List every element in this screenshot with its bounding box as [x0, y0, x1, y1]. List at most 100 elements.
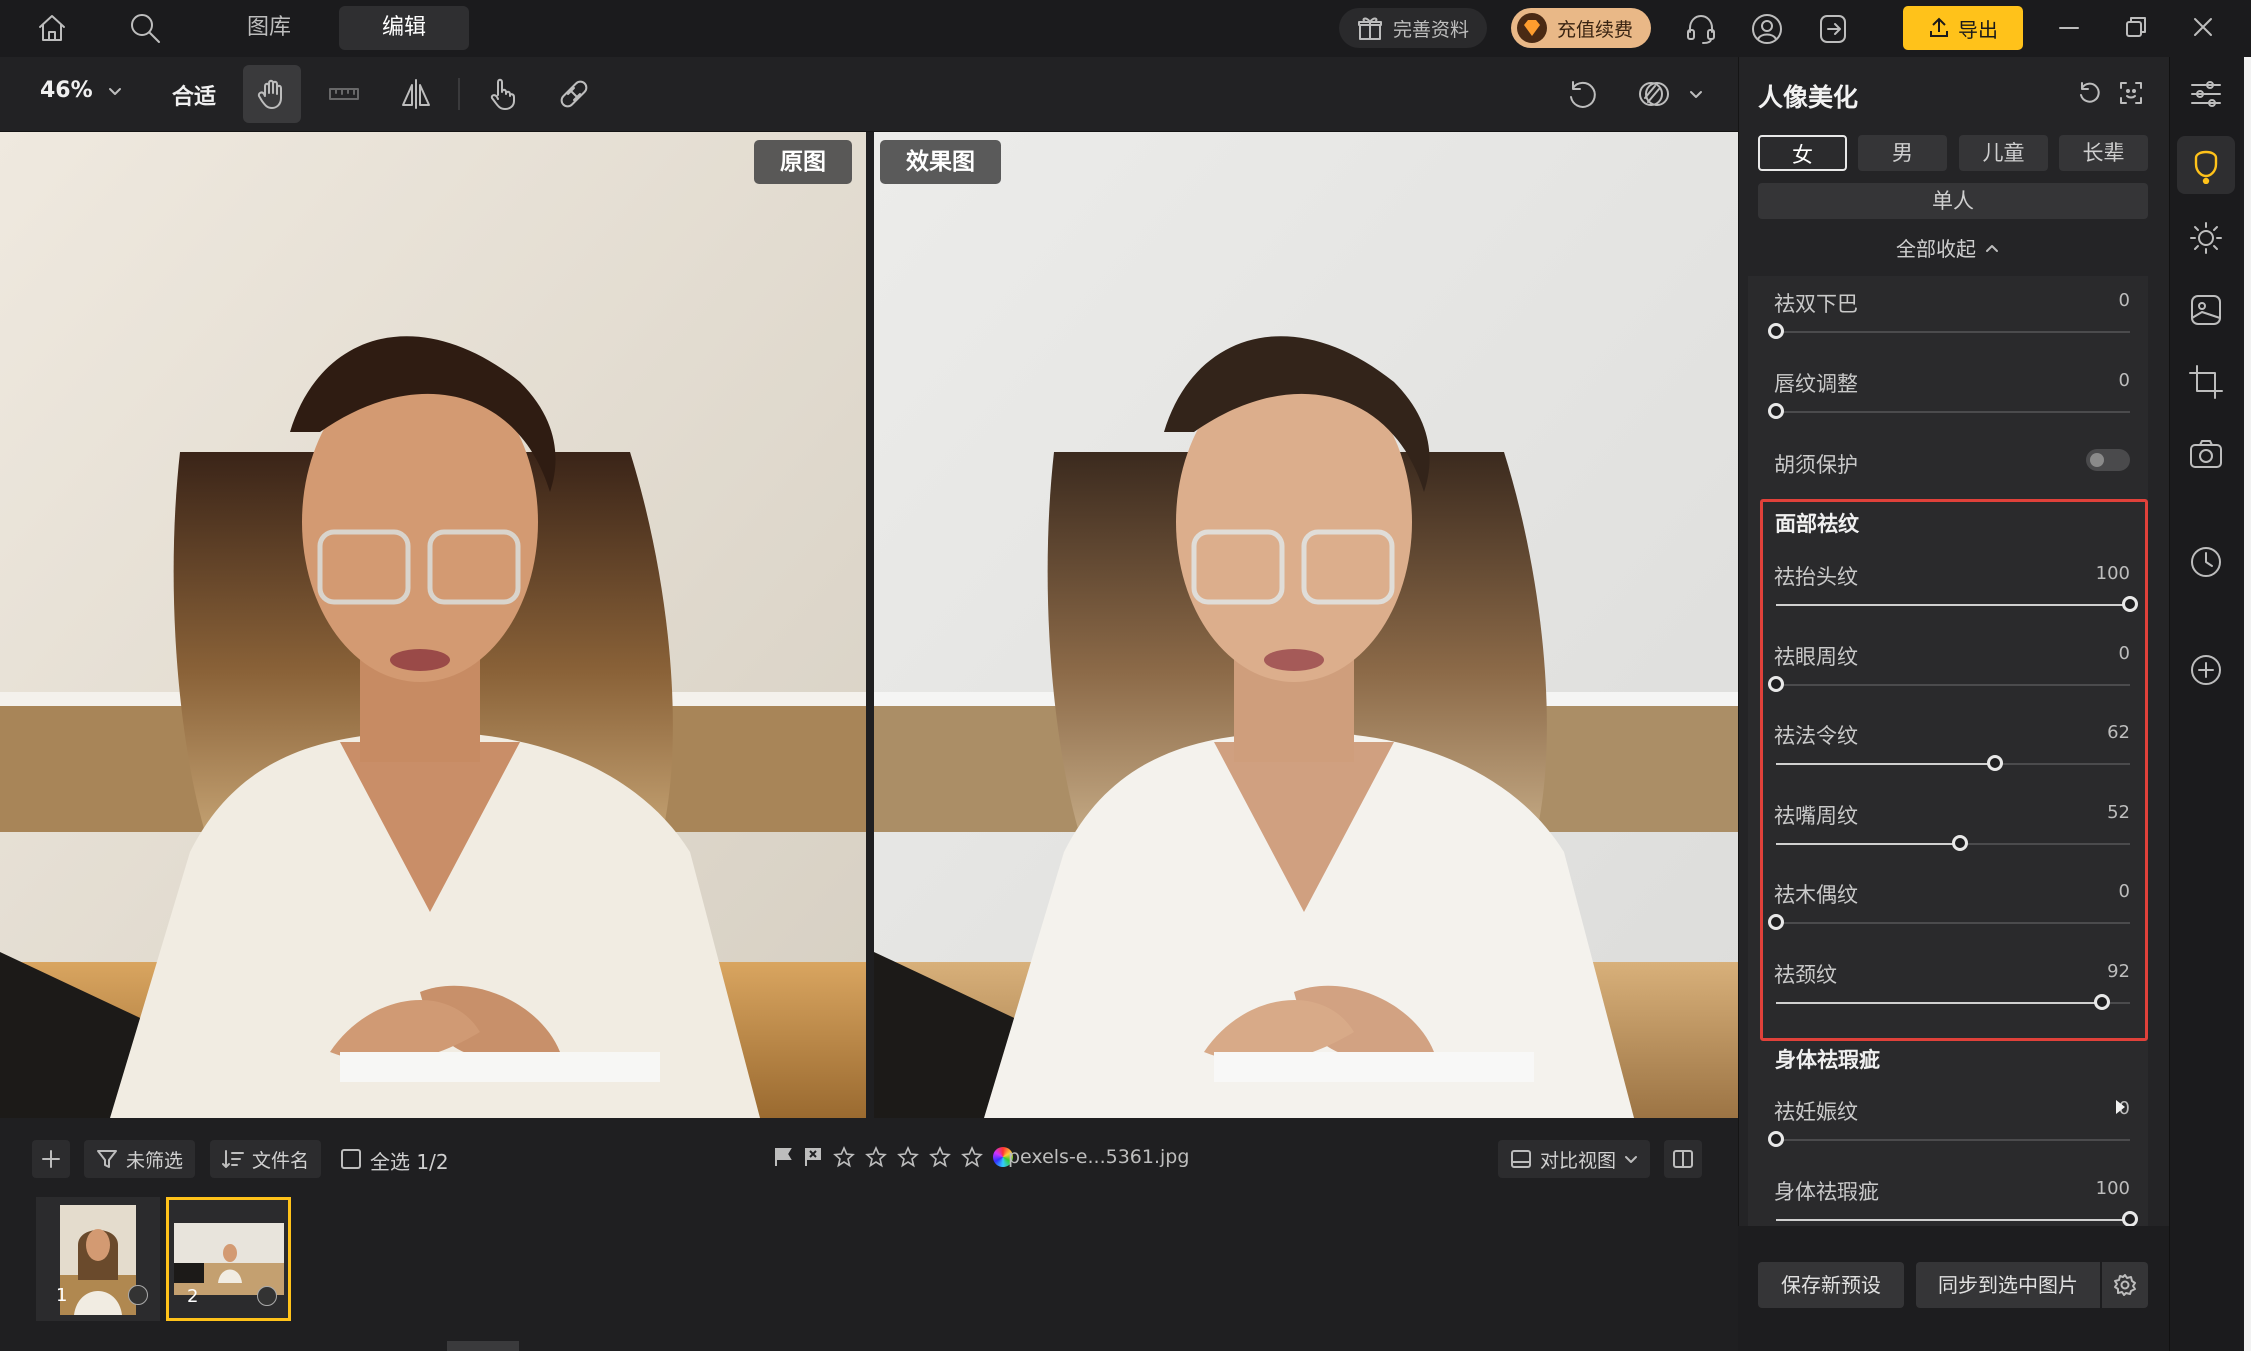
slider-value: 52 [2107, 801, 2130, 823]
tab-edit[interactable]: 编辑 [339, 6, 469, 50]
vip-button[interactable]: 充值续费 [1511, 8, 1652, 48]
slider-track[interactable] [1776, 683, 2130, 686]
restore-icon[interactable] [2124, 15, 2148, 39]
portrait-tool-button[interactable] [2177, 136, 2235, 194]
result-image[interactable] [874, 132, 1738, 1118]
original-image[interactable] [0, 132, 866, 1118]
star-2-icon[interactable] [865, 1146, 887, 1168]
face-scan-icon[interactable] [2118, 80, 2144, 106]
collapse-all-button[interactable]: 全部收起 [1896, 233, 2000, 262]
slider-handle[interactable] [1768, 914, 1784, 930]
star-5-icon[interactable] [961, 1146, 983, 1168]
add-button[interactable] [32, 1140, 70, 1178]
diamond-icon [1517, 13, 1547, 43]
slider-value: 0 [2118, 881, 2130, 902]
slider-handle[interactable] [1768, 675, 1784, 692]
search-icon[interactable] [128, 11, 162, 45]
flag-icon[interactable] [773, 1146, 793, 1168]
crop-icon[interactable] [2188, 364, 2224, 400]
beard-protect-toggle[interactable] [2086, 449, 2130, 471]
star-4-icon[interactable] [929, 1146, 951, 1168]
profile-button[interactable]: 完善资料 [1339, 8, 1488, 48]
history-icon[interactable] [2188, 544, 2224, 580]
single-person-button[interactable]: 单人 [1758, 183, 2148, 219]
chevron-down-icon [1625, 1156, 1638, 1163]
edit-badge-icon [128, 1285, 148, 1305]
sort-label: 文件名 [252, 1149, 310, 1172]
slider-handle[interactable] [2122, 596, 2138, 612]
home-icon[interactable] [36, 12, 68, 44]
slider-handle[interactable] [1768, 403, 1784, 419]
hand-tool-button[interactable] [243, 65, 301, 123]
minimize-icon[interactable] [2057, 16, 2081, 40]
save-preset-button[interactable]: 保存新预设 [1758, 1262, 1904, 1308]
reject-flag-icon[interactable] [803, 1146, 823, 1168]
split-view-button[interactable] [1664, 1140, 1702, 1178]
thumbnail-number: 2 [187, 1286, 199, 1307]
horizontal-scrollbar[interactable] [447, 1341, 519, 1351]
slider-label: 祛妊娠纹 [1774, 1100, 1858, 1124]
profile-label: 完善资料 [1393, 18, 1470, 41]
user-icon[interactable] [1750, 12, 1784, 46]
gender-elder-button[interactable]: 长辈 [2059, 135, 2148, 171]
sync-selected-button[interactable]: 同步到选中图片 [1916, 1262, 2100, 1308]
star-3-icon[interactable] [897, 1146, 919, 1168]
split-divider[interactable] [866, 132, 874, 1118]
touch-button[interactable] [473, 65, 531, 123]
play-arrow-icon[interactable] [2116, 1100, 2125, 1114]
gender-female-button[interactable]: 女 [1758, 135, 1847, 171]
gender-child-button[interactable]: 儿童 [1959, 135, 2048, 171]
zoom-select[interactable]: 46% [40, 78, 123, 103]
slider-track[interactable] [1776, 411, 2130, 413]
flip-icon [402, 79, 430, 109]
bandage-button[interactable] [545, 65, 603, 123]
undo-icon[interactable] [1565, 78, 1599, 112]
sort-button[interactable]: 文件名 [210, 1140, 322, 1178]
zoom-value: 46% [40, 78, 93, 103]
image-adjust-icon[interactable] [2188, 292, 2224, 328]
select-all-checkbox[interactable] [341, 1149, 361, 1169]
gender-male-button[interactable]: 男 [1858, 135, 1947, 171]
brightness-icon[interactable] [2188, 220, 2224, 256]
slider-track[interactable] [1776, 1139, 2130, 1141]
slider-handle[interactable] [2122, 1211, 2138, 1227]
thumbnail-number: 1 [56, 1285, 68, 1306]
slider-handle[interactable] [1952, 834, 1969, 851]
slider-handle[interactable] [2093, 993, 2110, 1010]
slider-handle[interactable] [1768, 323, 1784, 339]
fit-button[interactable]: 合适 [172, 79, 216, 111]
filter-button[interactable]: 未筛选 [84, 1140, 196, 1178]
ruler-icon [329, 88, 359, 100]
camera-icon[interactable] [2188, 436, 2224, 472]
sync-settings-button[interactable] [2102, 1262, 2148, 1308]
flip-button[interactable] [387, 65, 445, 123]
slider-handle[interactable] [1768, 1131, 1784, 1147]
plus-icon [42, 1150, 60, 1168]
sliders-icon[interactable] [2188, 76, 2224, 112]
slider-track[interactable] [1776, 922, 2130, 924]
slider-label: 祛颈纹 [1774, 962, 1837, 987]
sort-icon [222, 1150, 244, 1168]
slider-fill [1776, 1001, 2102, 1004]
close-icon[interactable] [2191, 15, 2215, 39]
tab-library[interactable]: 图库 [226, 6, 312, 50]
ruler-button[interactable] [315, 65, 373, 123]
thumbnail-1[interactable]: 1 [36, 1197, 160, 1321]
slider-value: 100 [2095, 1178, 2130, 1199]
slider-label: 祛法令纹 [1774, 724, 1858, 748]
slider-label: 祛眼周纹 [1774, 644, 1858, 669]
reset-icon[interactable] [2076, 80, 2102, 106]
export-label: 导出 [1958, 17, 1998, 42]
thumbnail-2[interactable]: 2 [166, 1197, 291, 1321]
logout-icon[interactable] [1816, 12, 1850, 46]
compare-view-label: 对比视图 [1540, 1149, 1617, 1172]
chevron-down-icon [107, 83, 123, 99]
add-tool-icon[interactable] [2188, 652, 2224, 688]
headset-icon[interactable] [1684, 12, 1718, 46]
overlay-icon[interactable] [1636, 76, 1672, 112]
overlay-chevron-icon[interactable] [1688, 86, 1704, 102]
export-button[interactable]: 导出 [1903, 6, 2023, 50]
compare-view-select[interactable]: 对比视图 [1498, 1140, 1651, 1178]
star-1-icon[interactable] [833, 1146, 855, 1168]
slider-track[interactable] [1776, 331, 2130, 333]
